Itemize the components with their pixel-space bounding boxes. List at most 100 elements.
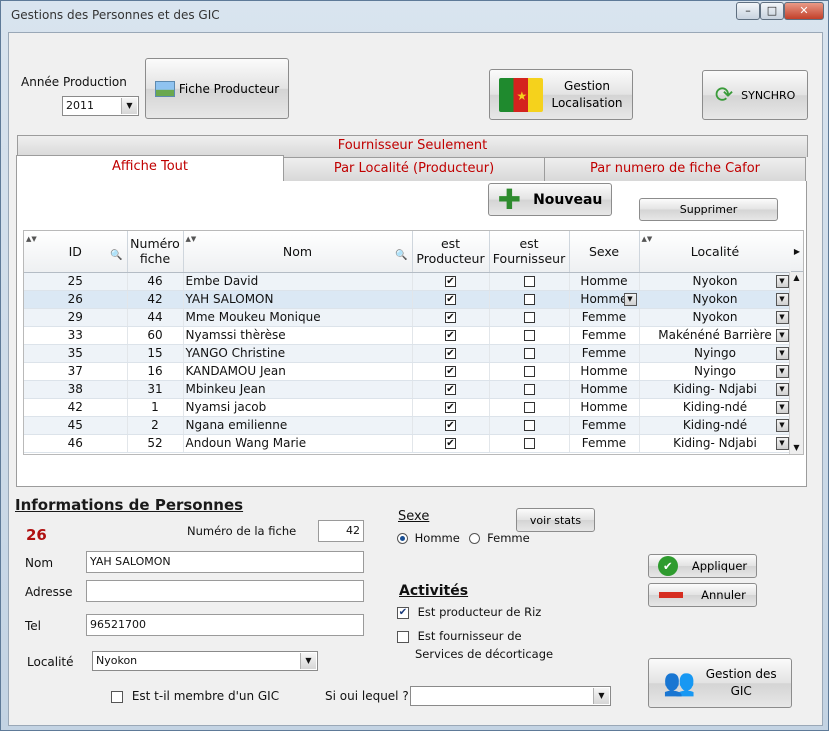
cell-id[interactable]: 29 (24, 308, 128, 327)
tab-par-localite[interactable]: Par Localité (Producteur) (283, 157, 545, 181)
cell-id[interactable]: 42 (24, 398, 128, 417)
annee-select[interactable]: 2011 ▼ (62, 96, 139, 116)
cell-fournisseur[interactable] (489, 272, 570, 291)
col-id-header[interactable]: ▲▼ ID 🔍 (24, 231, 128, 273)
fournisseur-checkbox[interactable] (523, 330, 535, 341)
cell-fournisseur[interactable] (489, 380, 570, 399)
annuler-button[interactable]: Annuler (648, 583, 757, 607)
cell-id[interactable]: 25 (24, 272, 128, 291)
producteur-checkbox[interactable]: ✔ (445, 294, 456, 305)
producteur-checkbox[interactable]: ✔ (445, 366, 456, 377)
col-nom-header[interactable]: ▲▼ Nom 🔍 (183, 231, 413, 273)
cell-fournisseur[interactable] (489, 290, 570, 309)
chevron-down-icon[interactable]: ▼ (775, 382, 789, 396)
cell-nom[interactable]: KANDAMOU Jean (183, 362, 413, 381)
voir-stats-button[interactable]: voir stats (516, 508, 595, 532)
chevron-down-icon[interactable]: ▼ (775, 418, 789, 432)
chevron-down-icon[interactable]: ▼ (623, 292, 637, 306)
table-row[interactable]: 26 42 YAH SALOMON ✔ Homme ▼ Nyokon ▼ (24, 290, 792, 309)
cell-sexe[interactable]: Homme ▼ (569, 290, 640, 309)
table-row[interactable]: 46 52 Andoun Wang Marie ✔ Femme Kiding- Ndjab… (24, 434, 792, 453)
cell-numero[interactable]: 15 (127, 344, 184, 363)
homme-radio[interactable] (397, 533, 408, 544)
table-row[interactable]: 42 1 Nyamsi jacob ✔ Homme Kiding-ndé ▼ (24, 398, 792, 417)
cell-numero[interactable]: 31 (127, 380, 184, 399)
nouveau-button[interactable]: ✚ Nouveau (488, 183, 612, 216)
table-row[interactable]: 35 15 YANGO Christine ✔ Femme Nyingo ▼ (24, 344, 792, 363)
cell-fournisseur[interactable] (489, 308, 570, 327)
cell-fournisseur[interactable] (489, 344, 570, 363)
cell-localite[interactable]: Kiding- Ndjabi ▼ (639, 434, 792, 453)
chevron-down-icon[interactable]: ▼ (775, 328, 789, 342)
cell-nom[interactable]: YANGO Christine (183, 344, 413, 363)
col-numero-header[interactable]: Numéro fiche (127, 231, 184, 273)
cell-producteur[interactable]: ✔ (412, 308, 490, 327)
chevron-down-icon[interactable]: ▼ (775, 274, 789, 288)
cell-numero[interactable]: 52 (127, 434, 184, 453)
supprimer-button[interactable]: Supprimer (639, 198, 778, 221)
femme-radio[interactable] (469, 533, 481, 544)
cell-localite[interactable]: Nyingo ▼ (639, 362, 792, 381)
cell-nom[interactable]: Andoun Wang Marie (183, 434, 413, 453)
search-icon[interactable]: 🔍 (395, 248, 407, 263)
cell-sexe[interactable]: Homme (569, 272, 640, 291)
cell-sexe[interactable]: Homme (569, 362, 640, 381)
cell-localite[interactable]: Nyokon ▼ (639, 308, 792, 327)
cell-localite[interactable]: Nyokon ▼ (639, 272, 792, 291)
cell-nom[interactable]: YAH SALOMON (183, 290, 413, 309)
cell-sexe[interactable]: Femme (569, 416, 640, 435)
tab-par-numero[interactable]: Par numero de fiche Cafor (producteurs) (544, 157, 806, 198)
numero-fiche-field[interactable]: 42 (318, 520, 364, 542)
cell-fournisseur[interactable] (489, 416, 570, 435)
table-row[interactable]: 33 60 Nyamssi thèrèse ✔ Femme Makénéné Barriè… (24, 326, 792, 345)
cell-localite[interactable]: Kiding-ndé ▼ (639, 416, 792, 435)
gic-select[interactable]: ▼ (410, 686, 611, 706)
tel-field[interactable]: 96521700 (86, 614, 364, 636)
producteur-checkbox[interactable]: ✔ (445, 330, 456, 341)
appliquer-button[interactable]: ✔ Appliquer (648, 554, 757, 578)
fournisseur-checkbox[interactable] (523, 312, 535, 323)
cell-nom[interactable]: Embe David (183, 272, 413, 291)
producteur-checkbox[interactable]: ✔ (445, 420, 456, 431)
table-row[interactable]: 37 16 KANDAMOU Jean ✔ Homme Nyingo ▼ (24, 362, 792, 381)
producteur-checkbox[interactable]: ✔ (445, 438, 456, 449)
scroll-right-icon[interactable]: ▶ (791, 231, 803, 272)
cell-id[interactable]: 46 (24, 434, 128, 453)
cell-nom[interactable]: Mme Moukeu Monique (183, 308, 413, 327)
chevron-down-icon[interactable]: ▼ (775, 400, 789, 414)
cell-producteur[interactable]: ✔ (412, 344, 490, 363)
cell-numero[interactable]: 60 (127, 326, 184, 345)
synchro-button[interactable]: ⟳ SYNCHRO (702, 70, 808, 120)
chevron-down-icon[interactable]: ▼ (775, 364, 789, 378)
cell-producteur[interactable]: ✔ (412, 398, 490, 417)
fournisseur-checkbox[interactable] (523, 294, 535, 305)
cell-producteur[interactable]: ✔ (412, 416, 490, 435)
close-button[interactable]: ✕ (784, 2, 824, 20)
producteur-checkbox[interactable]: ✔ (445, 348, 456, 359)
producteur-checkbox[interactable]: ✔ (445, 276, 456, 287)
cell-fournisseur[interactable] (489, 434, 570, 453)
cell-numero[interactable]: 42 (127, 290, 184, 309)
cell-localite[interactable]: Nyingo ▼ (639, 344, 792, 363)
cell-sexe[interactable]: Femme (569, 434, 640, 453)
chevron-down-icon[interactable]: ▼ (775, 436, 789, 450)
fournisseur-checkbox[interactable] (523, 366, 535, 377)
fournisseur-checkbox[interactable] (523, 384, 535, 395)
cell-localite[interactable]: Kiding-ndé ▼ (639, 398, 792, 417)
cell-producteur[interactable]: ✔ (412, 272, 490, 291)
cell-numero[interactable]: 44 (127, 308, 184, 327)
nom-field[interactable]: YAH SALOMON (86, 551, 364, 573)
cell-producteur[interactable]: ✔ (412, 362, 490, 381)
gestion-gic-button[interactable]: 👥 Gestion des GIC (648, 658, 792, 708)
fournisseur-checkbox[interactable] (523, 276, 535, 287)
chevron-down-icon[interactable]: ▼ (775, 346, 789, 360)
cell-numero[interactable]: 1 (127, 398, 184, 417)
cell-sexe[interactable]: Femme (569, 308, 640, 327)
vertical-scrollbar[interactable]: ▲ ▼ (789, 272, 803, 454)
cell-id[interactable]: 35 (24, 344, 128, 363)
cell-id[interactable]: 37 (24, 362, 128, 381)
table-row[interactable]: 38 31 Mbinkeu Jean ✔ Homme Kiding- Ndjabi ▼ (24, 380, 792, 399)
scroll-up-icon[interactable]: ▲ (790, 272, 803, 284)
cell-producteur[interactable]: ✔ (412, 290, 490, 309)
cell-id[interactable]: 38 (24, 380, 128, 399)
